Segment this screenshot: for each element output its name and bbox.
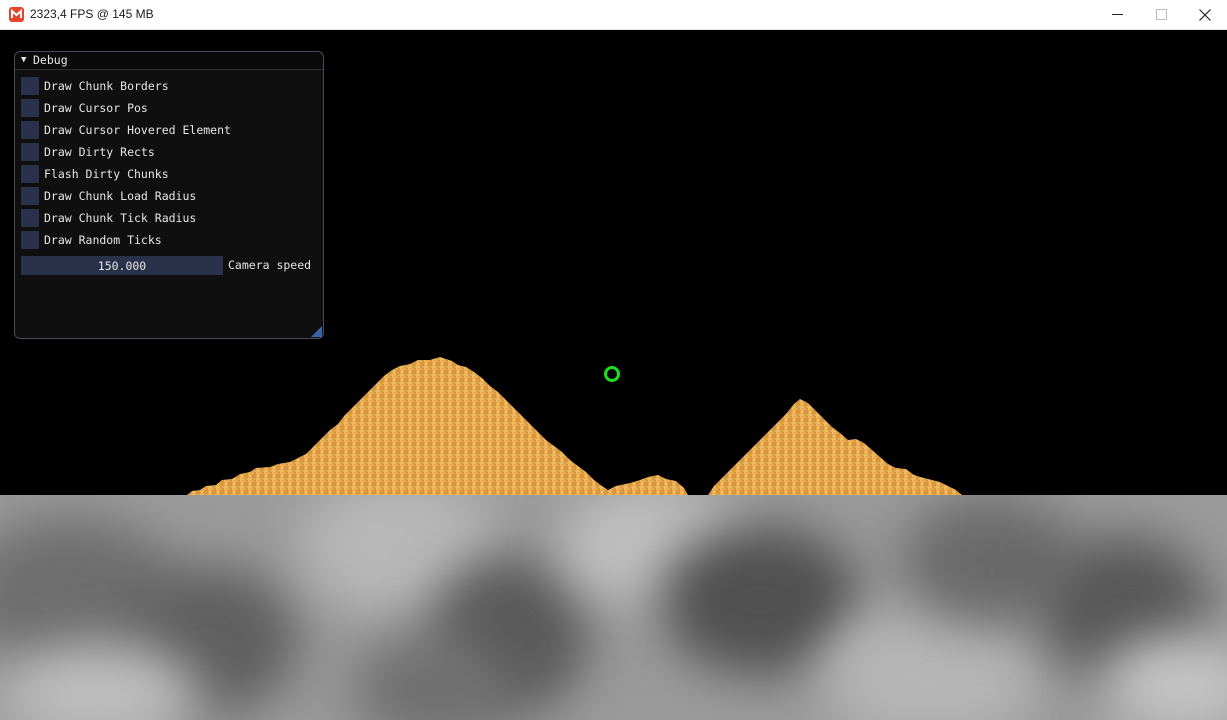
checkbox[interactable] [21,208,39,227]
option-draw-chunk-load-radius[interactable]: Draw Chunk Load Radius [21,186,196,205]
triangle-down-icon[interactable]: ▼ [21,55,26,65]
app-logo-icon [9,7,24,22]
checkbox[interactable] [21,164,39,183]
checkbox-label: Draw Chunk Load Radius [44,188,197,203]
debug-panel[interactable]: ▼ Debug Draw Chunk Borders Draw Cursor P… [14,51,324,339]
close-button[interactable] [1183,0,1227,29]
option-draw-cursor-pos[interactable]: Draw Cursor Pos [21,98,148,117]
game-viewport[interactable]: ▼ Debug Draw Chunk Borders Draw Cursor P… [0,30,1227,720]
checkbox[interactable] [21,76,39,95]
checkbox-label: Draw Chunk Tick Radius [44,210,197,225]
checkbox[interactable] [21,230,39,249]
checkbox[interactable] [21,120,39,139]
option-draw-cursor-hovered-element[interactable]: Draw Cursor Hovered Element [21,120,231,139]
checkbox-label: Draw Cursor Pos [44,100,148,115]
checkbox[interactable] [21,142,39,161]
stone-ground [0,495,1227,720]
option-draw-random-ticks[interactable]: Draw Random Ticks [21,230,162,249]
camera-speed-slider[interactable]: 150.000 [21,256,223,275]
camera-speed-value: 150.000 [97,258,147,273]
checkbox-label: Draw Random Ticks [44,232,162,247]
debug-panel-header[interactable]: ▼ Debug [15,52,323,70]
checkbox-label: Draw Chunk Borders [44,78,169,93]
checkbox[interactable] [21,186,39,205]
maximize-icon [1155,9,1167,20]
title-bar: 2323,4 FPS @ 145 MB [0,0,1227,30]
close-icon [1199,8,1211,21]
sand-pile-small [708,399,962,495]
camera-speed-label: Camera speed [228,258,312,272]
option-draw-chunk-borders[interactable]: Draw Chunk Borders [21,76,169,95]
option-draw-chunk-tick-radius[interactable]: Draw Chunk Tick Radius [21,208,196,227]
debug-panel-title: Debug [33,53,68,67]
option-draw-dirty-rects[interactable]: Draw Dirty Rects [21,142,155,161]
checkbox-label: Draw Cursor Hovered Element [44,122,231,137]
cursor-ring-icon [604,366,620,382]
checkbox-label: Flash Dirty Chunks [44,166,169,181]
checkbox[interactable] [21,98,39,117]
resize-grip-icon[interactable] [311,326,322,337]
option-flash-dirty-chunks[interactable]: Flash Dirty Chunks [21,164,169,183]
maximize-button[interactable] [1139,0,1183,29]
minimize-button[interactable] [1095,0,1139,29]
minimize-icon [1111,14,1123,15]
window-title: 2323,4 FPS @ 145 MB [30,7,154,21]
checkbox-label: Draw Dirty Rects [44,144,155,159]
